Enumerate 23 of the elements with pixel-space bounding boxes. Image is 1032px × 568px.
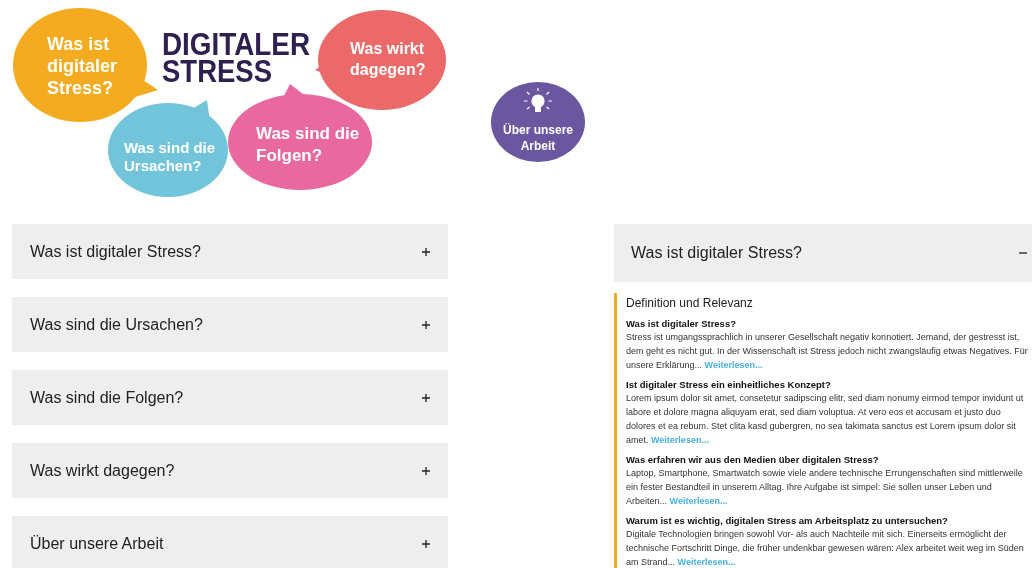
speech-bubble-link[interactable]: Was sind die Ursachen? <box>108 100 228 197</box>
accordion-header[interactable]: Was ist digitaler Stress? <box>12 224 448 279</box>
speech-bubble-link[interactable]: Was wirkt dagegen? <box>315 10 446 110</box>
accordion-header[interactable]: Über unsere Arbeit <box>12 516 448 568</box>
section-heading: Was ist digitaler Stress? <box>626 318 737 329</box>
section-text: Stress ist umgangssprachlich in unserer Gesellschaft negativ konnotiert. Jemand, der gestresst ist, dem geht es nicht gut. In der Wissenschaft ist Stress jedoch nicht zwangsläufig etwas Negatives. Für unsere Erklärung... Weiterlesen... <box>626 331 1029 372</box>
accordion-header[interactable]: Was wirkt dagegen? <box>12 443 448 498</box>
section-heading: Ist digitaler Stress ein einheitliches Konzept? <box>626 379 832 390</box>
about-badge-link[interactable]: Über unsere Arbeit <box>491 82 585 162</box>
accordion-header[interactable]: Was sind die Folgen? <box>12 370 448 425</box>
section-text: Digitale Technologien bringen sowohl Vor- als auch Nachteile mit sich. Einerseits ermöglicht der technische Fortschritt Dinge, die früher undenkbar gewesen wären: Alex arbeitet weit weg im Süden am Strand... Weiterlesen... <box>626 528 1025 568</box>
read-more-link[interactable]: Weiterlesen... <box>651 435 709 445</box>
read-more-link[interactable]: Weiterlesen... <box>677 557 736 567</box>
accordion-header[interactable]: Was ist digitaler Stress? <box>614 224 1032 282</box>
section-text: Lorem ipsum dolor sit amet, consetetur sadipscing elitr, sed diam nonumy eirmod tempor invidunt ut labore et dolore magna aliquyam erat, sed diam voluptua. At vero eos et accusam et justo duo dolores et ea rebum. Stet clita kasd gubergren, no sea takimata sanctus est Lorem ipsum dolor sit amet. Weiterlesen... <box>626 392 1025 447</box>
panel-subtitle: Definition und Relevanz <box>626 295 754 310</box>
read-more-link[interactable]: Weiterlesen... <box>669 496 728 506</box>
section-text: Laptop, Smartphone, Smartwatch sowie viele andere technische Errungenschaften sind mittlerweile ein fester Bestandteil in unserem Alltag. Ihre Aufgabe ist simpel: Sie sollen unser Leben und Arbeiten... Weiterlesen... <box>626 467 1024 508</box>
read-more-link[interactable]: Weiterlesen... <box>704 360 763 370</box>
section-heading: Was erfahren wir aus den Medien über digitalen Stress? <box>626 454 880 465</box>
accordion-header[interactable]: Was sind die Ursachen? <box>12 297 448 352</box>
lightbulb-icon <box>523 87 553 112</box>
section-heading: Warum ist es wichtig, digitalen Stress am Arbeitsplatz zu untersuchen? <box>626 515 949 526</box>
